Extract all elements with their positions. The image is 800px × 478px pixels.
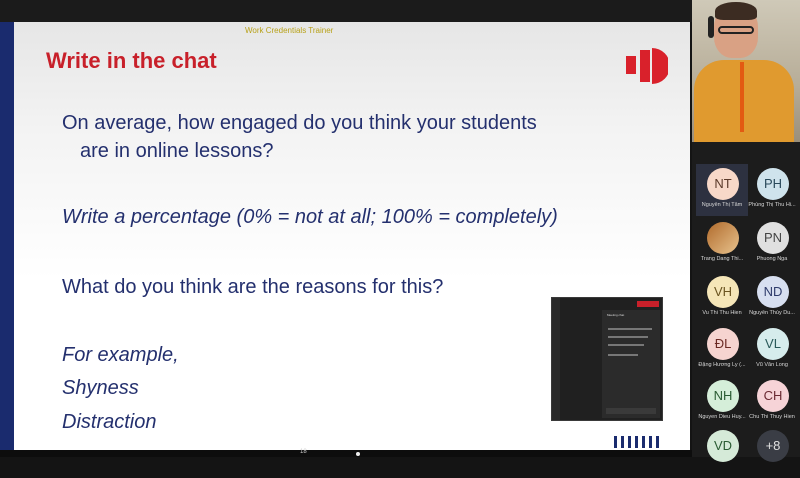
question-line-1: On average, how engaged do you think you… bbox=[62, 112, 537, 134]
participant-tile[interactable]: PN Phuong Nga bbox=[746, 218, 798, 270]
participant-avatar: VL bbox=[757, 328, 789, 360]
bottom-bar bbox=[0, 450, 692, 457]
page-number: 18 bbox=[300, 449, 307, 455]
participant-tile[interactable]: NH Nguyen Dieu Huy... bbox=[696, 376, 748, 428]
slide-left-strip bbox=[0, 22, 14, 450]
participant-tile[interactable]: +8 bbox=[746, 426, 798, 478]
presenter-hair bbox=[715, 2, 757, 20]
thumb-line bbox=[608, 328, 652, 330]
participant-name: Vu Thi Thu Hien bbox=[702, 310, 742, 316]
participant-avatar: NT bbox=[707, 168, 739, 200]
question-reasons: What do you think are the reasons for th… bbox=[62, 276, 444, 298]
presenter-lanyard bbox=[740, 62, 744, 132]
presenter-video[interactable] bbox=[692, 0, 800, 142]
participant-tile[interactable]: ND Nguyễn Thùy Du... bbox=[746, 272, 798, 324]
participant-avatar: NH bbox=[707, 380, 739, 412]
thumb-message-box bbox=[606, 408, 656, 414]
example-item: Shyness bbox=[62, 377, 139, 399]
slide-title: Write in the chat bbox=[46, 48, 217, 73]
participant-avatar: PN bbox=[757, 222, 789, 254]
participant-avatar: VD bbox=[707, 430, 739, 462]
top-bar bbox=[0, 0, 692, 22]
presenter-glasses bbox=[718, 26, 754, 34]
participant-tile[interactable]: CH Chu Thi Thuy Hien bbox=[746, 376, 798, 428]
participant-name: Phùng Thị Thu Hi... bbox=[748, 202, 796, 208]
participant-name: Đặng Hương Ly (... bbox=[698, 362, 746, 368]
participant-tile[interactable]: NT Nguyễn Thị Tâm bbox=[696, 164, 748, 216]
participants-panel: NT Nguyễn Thị Tâm PH Phùng Thị Thu Hi... Tra… bbox=[692, 0, 800, 462]
participant-name: Nguyễn Thùy Du... bbox=[749, 310, 795, 316]
question-line-2: are in online lessons? bbox=[80, 140, 274, 162]
participant-tile[interactable]: VD bbox=[696, 426, 748, 478]
participant-name: Phuong Nga bbox=[756, 256, 788, 262]
participant-avatar: ND bbox=[757, 276, 789, 308]
presenter-body bbox=[694, 60, 794, 142]
participant-tile[interactable]: VH Vu Thi Thu Hien bbox=[696, 272, 748, 324]
chat-screenshot-thumbnail: Meeting chat bbox=[551, 297, 663, 421]
example-item: Distraction bbox=[62, 411, 157, 433]
cursor-dot bbox=[356, 452, 360, 456]
thumb-sidebar bbox=[552, 298, 560, 420]
participant-tile[interactable]: ĐL Đặng Hương Ly (... bbox=[696, 324, 748, 376]
participant-name: Nguyễn Thị Tâm bbox=[701, 202, 743, 208]
participant-avatar: CH bbox=[757, 380, 789, 412]
participant-photo bbox=[707, 222, 739, 254]
participant-tile[interactable]: Trang Dang Thi... bbox=[696, 218, 748, 270]
ghost-header: Work Credentials Trainer bbox=[245, 26, 334, 35]
brand-logo-icon bbox=[626, 48, 668, 84]
participant-avatar: +8 bbox=[757, 430, 789, 462]
instruction-text: Write a percentage (0% = not at all; 100… bbox=[62, 206, 558, 228]
participant-avatar: ĐL bbox=[707, 328, 739, 360]
participant-tile[interactable]: VL Vũ Văn Long bbox=[746, 324, 798, 376]
participant-avatar: VH bbox=[707, 276, 739, 308]
participant-name: Trang Dang Thi... bbox=[700, 256, 744, 262]
example-heading: For example, bbox=[62, 344, 179, 366]
participant-tile[interactable]: PH Phùng Thị Thu Hi... bbox=[746, 164, 798, 216]
headset-icon bbox=[708, 16, 714, 38]
thumb-leave-button bbox=[637, 301, 659, 307]
participant-name: Chu Thi Thuy Hien bbox=[749, 414, 795, 420]
thumb-line bbox=[608, 344, 644, 346]
thumb-chat-header: Meeting chat bbox=[607, 313, 625, 317]
participant-name: Vũ Văn Long bbox=[756, 362, 788, 368]
participant-avatar: PH bbox=[757, 168, 789, 200]
thumb-line bbox=[608, 336, 648, 338]
thumb-chat-panel bbox=[602, 310, 660, 418]
thumb-line bbox=[608, 354, 638, 356]
participant-name: Nguyen Dieu Huy... bbox=[698, 414, 746, 420]
